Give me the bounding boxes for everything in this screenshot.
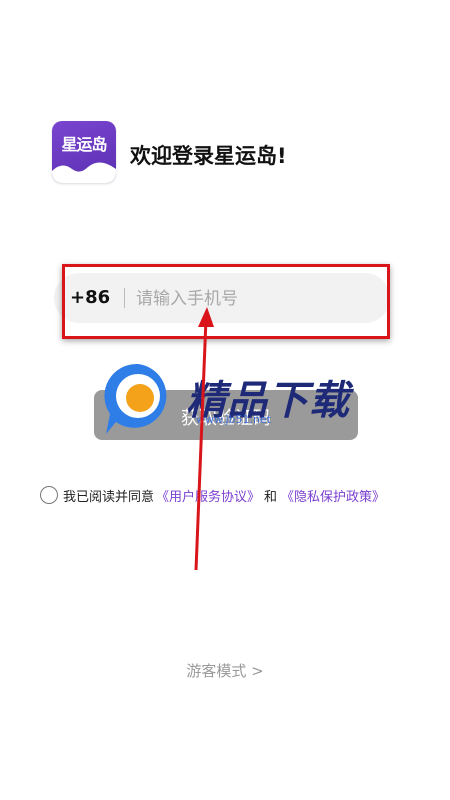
agreement-and: 和 bbox=[264, 489, 278, 505]
watermark-url: www.jb51.net bbox=[196, 413, 272, 426]
arrow-up-icon bbox=[194, 307, 214, 571]
app-logo: 星运岛 bbox=[52, 121, 116, 183]
user-agreement-link[interactable]: 《用户服务协议》 bbox=[156, 486, 260, 505]
guest-mode-link[interactable]: 游客模式 > bbox=[0, 660, 450, 681]
agreement-prefix: 我已阅读并同意 bbox=[63, 489, 155, 505]
welcome-title: 欢迎登录星运岛! bbox=[130, 144, 287, 168]
login-screen: 星运岛 欢迎登录星运岛! +86 获取验证码 精品下载 www.jb51.net… bbox=[0, 0, 450, 800]
agreement-row: 我已阅读并同意 《用户服务协议》 和 《隐私保护政策》 bbox=[40, 484, 387, 506]
app-logo-text: 星运岛 bbox=[61, 135, 107, 154]
mountain-icon bbox=[52, 162, 116, 183]
watermark-logo-icon bbox=[104, 363, 167, 434]
agreement-checkbox[interactable] bbox=[40, 486, 58, 504]
privacy-policy-link[interactable]: 《隐私保护政策》 bbox=[281, 486, 385, 505]
highlight-annotation bbox=[62, 264, 390, 339]
